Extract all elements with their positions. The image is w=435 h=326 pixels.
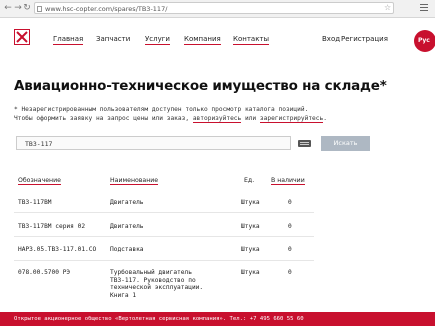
keyboard-icon[interactable] <box>298 140 311 147</box>
nav-home[interactable]: Главная <box>53 35 84 45</box>
header-stock[interactable]: В наличии <box>271 177 305 185</box>
row-name-line: ТВ3-117. Руководство по <box>110 276 196 284</box>
row-name: Подставка <box>110 246 144 253</box>
company-logo[interactable] <box>14 29 30 45</box>
page-icon <box>37 6 42 12</box>
nav-spares[interactable]: Запчасти <box>96 35 130 43</box>
row-name-line: Книга 1 <box>110 291 137 299</box>
note-or: или <box>241 115 260 122</box>
nav-services[interactable]: Услуги <box>145 35 170 45</box>
row-divider <box>14 236 314 237</box>
header-code[interactable]: Обозначение <box>18 177 61 185</box>
address-bar[interactable]: www.hsc-copter.com/spares/ТВ3-117/ <box>34 2 394 14</box>
row-stock: 0 <box>288 223 292 230</box>
row-code[interactable]: НАР3.05.ТВ3-117.01.СО <box>18 246 96 254</box>
row-unit: Штука <box>241 246 260 253</box>
search-button[interactable]: Искать <box>321 136 370 151</box>
header-unit: Ед. <box>244 177 255 184</box>
note-line-1: * Незарегистрированным пользователям дос… <box>14 106 309 113</box>
bookmark-star-icon[interactable]: ☆ <box>384 3 391 13</box>
back-icon[interactable]: ← <box>3 3 13 13</box>
register-note-link[interactable]: зарегистрируйтесь <box>259 115 324 123</box>
row-stock: 0 <box>288 199 292 206</box>
row-name: Двигатель <box>110 199 144 206</box>
note-end: . <box>323 115 327 122</box>
auth-link[interactable]: авторизуйтесь <box>192 115 242 123</box>
row-name-line: технической эксплуатации. <box>110 284 204 291</box>
nav-company[interactable]: Компания <box>184 35 221 45</box>
row-divider <box>14 212 314 213</box>
reload-icon[interactable]: ↻ <box>22 3 32 13</box>
note-line-2: Чтобы оформить заявку на запрос цены или… <box>14 115 327 123</box>
row-name: Двигатель <box>110 223 144 230</box>
search-input[interactable]: ТВ3-117 <box>16 136 291 150</box>
footer-bar: Открытое акционерное общество «Вертолетн… <box>0 312 435 326</box>
header-name[interactable]: Наименование <box>110 177 159 185</box>
row-stock: 0 <box>288 246 292 253</box>
nav-contacts[interactable]: Контакты <box>233 35 270 45</box>
browser-menu-icon[interactable] <box>420 4 428 11</box>
row-unit: Штука <box>241 223 260 230</box>
row-stock: 0 <box>288 269 292 276</box>
row-unit: Штука <box>241 269 260 276</box>
row-divider <box>14 260 314 261</box>
row-code[interactable]: ТВ3-117ВМ серия 02 <box>18 223 85 231</box>
row-name-line: Турбовальный двигатель <box>110 269 192 276</box>
page-title: Авиационно-техническое имущество на скла… <box>14 78 387 94</box>
row-unit: Штука <box>241 199 260 206</box>
language-badge[interactable]: Рус <box>414 30 435 52</box>
row-code[interactable]: ТВ3-117ВМ <box>18 199 52 207</box>
address-text: www.hsc-copter.com/spares/ТВ3-117/ <box>45 5 168 13</box>
row-code[interactable]: 078.00.5700 РЭ <box>18 269 70 277</box>
register-link[interactable]: Регистрация <box>341 35 388 43</box>
note-text: Чтобы оформить заявку на запрос цены или… <box>14 115 193 122</box>
browser-toolbar: ← → ↻ www.hsc-copter.com/spares/ТВ3-117/… <box>0 0 435 18</box>
login-link[interactable]: Вход <box>322 35 340 43</box>
